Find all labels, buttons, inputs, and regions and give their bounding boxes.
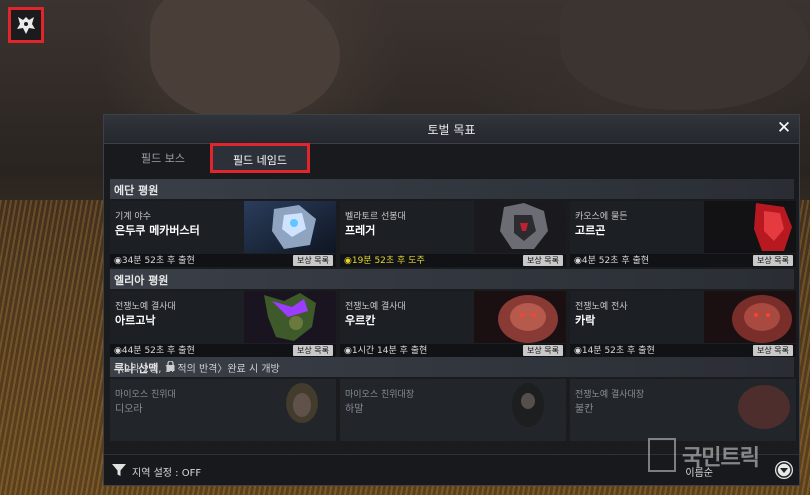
character-emblem-icon <box>17 17 35 34</box>
monster-category: 마이오스 친위대장 <box>345 390 415 400</box>
monster-portrait <box>474 201 566 253</box>
monster-portrait <box>244 379 336 431</box>
hunting-objectives-window: 토벌 목표 ✕ 필드 보스 필드 네임드 에단 평원 기계 야수 은두쿠 메카버… <box>103 114 800 486</box>
reward-list-button[interactable]: 보상 목록 <box>293 255 333 266</box>
region-name: 에단 평원 <box>114 184 159 197</box>
monster-name: 우르칸 <box>345 314 376 327</box>
monster-name: 카락 <box>575 314 596 327</box>
spawn-timer: ◉14분 52초 후 출현 <box>574 346 655 356</box>
monster-category: 카오스에 물든 <box>575 212 628 222</box>
card-footer: ◉44분 52초 후 출현 보상 목록 <box>110 344 336 357</box>
clock-flame-icon: ◉ <box>114 256 122 266</box>
monster-category: 마이오스 친위대 <box>115 390 176 400</box>
named-card-locked: 전쟁노예 결사대장 불칸 <box>570 379 796 441</box>
reward-list-button[interactable]: 보상 목록 <box>753 255 793 266</box>
clock-flame-icon: ◉ <box>344 346 352 356</box>
named-card[interactable]: 전쟁노예 결사대 우르칸 ◉1시간 14분 후 출현 보상 목록 <box>340 291 566 357</box>
watermark-logo <box>648 438 676 472</box>
tab-field-named[interactable]: 필드 네임드 <box>210 143 310 173</box>
reward-list-button[interactable]: 보상 목록 <box>523 345 563 356</box>
named-card[interactable]: 전쟁노예 결사대 아르고낙 ◉44분 52초 후 출현 보상 목록 <box>110 291 336 357</box>
monster-category: 전쟁노예 결사대 <box>115 302 176 312</box>
monster-portrait <box>244 201 336 253</box>
monster-name: 하말 <box>345 404 364 415</box>
card-footer: ◉4분 52초 후 출현 보상 목록 <box>570 254 796 267</box>
background-rock <box>560 0 810 110</box>
monster-category: 기계 야수 <box>115 212 151 222</box>
monster-category: 벨라토르 선봉대 <box>345 212 406 222</box>
named-card-locked: 마이오스 친위대장 하말 <box>340 379 566 441</box>
watermark-text: 국민트릭 <box>682 446 760 471</box>
clock-flame-icon: ◉ <box>574 256 582 266</box>
region-header: 루나 산맥 〈2막 2장, 1. 적의 반격〉완료 시 개방 <box>110 357 794 377</box>
region-header: 엘리아 평원 <box>110 269 794 289</box>
monster-name: 디오라 <box>115 404 143 415</box>
monster-portrait <box>704 291 796 343</box>
region-name: 엘리아 평원 <box>114 274 169 287</box>
monster-category: 전쟁노예 결사대장 <box>575 390 645 400</box>
window-title: 토벌 목표 <box>427 123 476 137</box>
spawn-timer: ◉34분 52초 후 출현 <box>114 256 195 266</box>
monster-category: 전쟁노예 전사 <box>575 302 628 312</box>
clock-flame-icon: ◉ <box>344 256 352 266</box>
monster-portrait <box>474 379 566 431</box>
site-watermark: 국민트릭 <box>648 438 808 478</box>
flee-timer: ◉19분 52초 후 도주 <box>344 256 425 266</box>
spawn-timer: ◉4분 52초 후 출현 <box>574 256 650 266</box>
monster-name: 은두쿠 메카버스터 <box>115 224 200 237</box>
tab-bar: 필드 보스 필드 네임드 <box>110 143 794 173</box>
named-card[interactable]: 벨라토르 선봉대 프레거 ◉19분 52초 후 도주 보상 목록 <box>340 201 566 267</box>
reward-list-button[interactable]: 보상 목록 <box>293 345 333 356</box>
unlock-requirement: 〈2막 2장, 1. 적의 반격〉완료 시 개방 <box>114 364 280 375</box>
reward-list-button[interactable]: 보상 목록 <box>753 345 793 356</box>
card-footer: ◉19분 52초 후 도주 보상 목록 <box>340 254 566 267</box>
named-card[interactable]: 전쟁노예 전사 카락 ◉14분 52초 후 출현 보상 목록 <box>570 291 796 357</box>
reward-list-button[interactable]: 보상 목록 <box>523 255 563 266</box>
character-emblem-button[interactable] <box>8 7 44 43</box>
monster-name: 불칸 <box>575 404 594 415</box>
card-footer: ◉14분 52초 후 출현 보상 목록 <box>570 344 796 357</box>
funnel-icon[interactable] <box>112 463 126 477</box>
background-rock <box>150 0 340 120</box>
card-footer: ◉1시간 14분 후 출현 보상 목록 <box>340 344 566 357</box>
monster-portrait <box>244 291 336 343</box>
monster-portrait <box>704 201 796 253</box>
monster-portrait <box>704 379 796 431</box>
spawn-timer: ◉1시간 14분 후 출현 <box>344 346 428 356</box>
monster-name: 고르곤 <box>575 224 606 237</box>
monster-portrait <box>474 291 566 343</box>
window-titlebar: 토벌 목표 ✕ <box>104 115 799 144</box>
monster-category: 전쟁노예 결사대 <box>345 302 406 312</box>
clock-flame-icon: ◉ <box>114 346 122 356</box>
monster-name: 아르고낙 <box>115 314 156 327</box>
region-filter-toggle[interactable]: 지역 설정 : OFF <box>132 464 201 479</box>
named-card[interactable]: 카오스에 물든 고르곤 ◉4분 52초 후 출현 보상 목록 <box>570 201 796 267</box>
named-card[interactable]: 기계 야수 은두쿠 메카버스터 ◉34분 52초 후 출현 보상 목록 <box>110 201 336 267</box>
clock-flame-icon: ◉ <box>574 346 582 356</box>
close-icon[interactable]: ✕ <box>775 119 793 137</box>
named-card-locked: 마이오스 친위대 디오라 <box>110 379 336 441</box>
spawn-timer: ◉44분 52초 후 출현 <box>114 346 195 356</box>
tab-field-boss[interactable]: 필드 보스 <box>118 147 208 171</box>
monster-name: 프레거 <box>345 224 376 237</box>
card-footer: ◉34분 52초 후 출현 보상 목록 <box>110 254 336 267</box>
region-header: 에단 평원 <box>110 179 794 199</box>
